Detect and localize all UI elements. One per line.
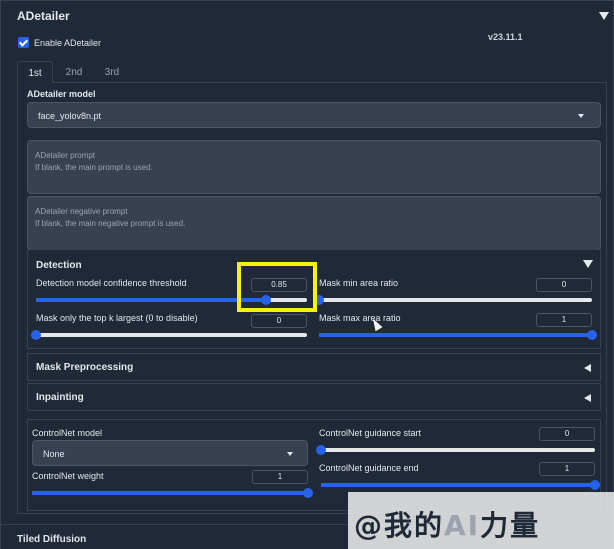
- controlnet-model-label: ControlNet model: [32, 428, 103, 438]
- negative-prompt-label: ADetailer negative prompt: [35, 207, 128, 216]
- model-select[interactable]: face_yolov8n.pt: [27, 102, 601, 128]
- watermark-text: @我的AI力量: [354, 504, 540, 544]
- chevron-down-icon: [578, 114, 584, 118]
- controlnet-weight-slider-thumb[interactable]: [303, 488, 313, 498]
- controlnet-weight-label: ControlNet weight: [32, 471, 104, 481]
- tab-2nd-label: 2nd: [65, 67, 83, 78]
- guidance-end-slider-fill: [321, 483, 595, 487]
- tab-2nd[interactable]: 2nd: [57, 61, 91, 83]
- inpainting-caret-icon[interactable]: [584, 394, 591, 402]
- prompt-placeholder: If blank, the main prompt is used.: [35, 163, 153, 172]
- top-k-number-input[interactable]: 0: [251, 314, 307, 328]
- guidance-end-number-input[interactable]: 1: [539, 462, 595, 476]
- guidance-end-slider[interactable]: [321, 480, 600, 490]
- enable-adetailer-checkbox[interactable]: [18, 37, 29, 48]
- controlnet-weight-number-input[interactable]: 1: [252, 470, 308, 484]
- max-area-slider[interactable]: [319, 330, 597, 340]
- enable-adetailer-label[interactable]: Enable ADetailer: [34, 38, 101, 48]
- mask-preprocessing-caret-icon[interactable]: [584, 364, 591, 372]
- model-label: ADetailer model: [27, 89, 96, 99]
- guidance-start-number-input[interactable]: 0: [539, 427, 595, 441]
- highlight-box: [237, 262, 317, 312]
- inpainting-section[interactable]: Inpainting: [27, 383, 601, 411]
- watermark-ai: AI: [444, 509, 481, 542]
- controlnet-model-value: None: [43, 449, 65, 459]
- confidence-slider-fill: [36, 298, 267, 302]
- guidance-end-slider-thumb[interactable]: [590, 480, 600, 490]
- version-label: v23.11.1: [488, 32, 523, 42]
- max-area-number-input[interactable]: 1: [536, 313, 592, 327]
- adetailer-negative-prompt-textarea[interactable]: ADetailer negative prompt If blank, the …: [27, 196, 601, 250]
- inpainting-title: Inpainting: [36, 392, 84, 403]
- adetailer-accordion-header[interactable]: ADetailer: [1, 1, 613, 31]
- guidance-start-label: ControlNet guidance start: [319, 428, 422, 438]
- detection-caret-icon[interactable]: [583, 260, 593, 268]
- max-area-slider-fill: [319, 333, 592, 337]
- top-k-slider-thumb[interactable]: [31, 330, 41, 340]
- adetailer-prompt-textarea[interactable]: ADetailer prompt If blank, the main prom…: [27, 140, 601, 194]
- collapse-caret-icon[interactable]: [599, 12, 609, 20]
- adetailer-title: ADetailer: [17, 9, 70, 23]
- confidence-label: Detection model confidence threshold: [36, 278, 187, 288]
- tab-1st[interactable]: 1st: [17, 61, 53, 83]
- prompt-label: ADetailer prompt: [35, 151, 96, 160]
- controlnet-weight-slider-fill: [32, 491, 308, 495]
- guidance-start-slider[interactable]: [316, 445, 595, 455]
- watermark-suffix: 力量: [480, 509, 541, 542]
- mask-preprocessing-section[interactable]: Mask Preprocessing: [27, 353, 601, 381]
- min-area-slider[interactable]: [314, 295, 592, 305]
- max-area-slider-thumb[interactable]: [587, 330, 597, 340]
- chevron-down-icon: [287, 452, 293, 456]
- top-k-slider[interactable]: [31, 330, 307, 340]
- tab-3rd[interactable]: 3rd: [95, 61, 129, 83]
- top-k-label: Mask only the top k largest (0 to disabl…: [36, 313, 198, 323]
- max-area-label: Mask max area ratio: [319, 313, 401, 323]
- controlnet-model-select[interactable]: None: [32, 440, 308, 466]
- negative-prompt-placeholder: If blank, the main negative prompt is us…: [35, 219, 186, 228]
- watermark: @我的AI力量: [348, 492, 614, 549]
- detection-title[interactable]: Detection: [36, 260, 82, 271]
- mask-preprocessing-title: Mask Preprocessing: [36, 362, 134, 373]
- controlnet-weight-slider[interactable]: [32, 488, 313, 498]
- tiled-diffusion-title: Tiled Diffusion: [17, 534, 87, 545]
- tab-3rd-label: 3rd: [104, 67, 120, 78]
- guidance-end-label: ControlNet guidance end: [319, 463, 419, 473]
- watermark-prefix: @我的: [354, 509, 445, 542]
- min-area-label: Mask min area ratio: [319, 278, 399, 288]
- min-area-number-input[interactable]: 0: [536, 278, 592, 292]
- model-select-value: face_yolov8n.pt: [38, 111, 102, 121]
- tab-1st-label: 1st: [28, 68, 42, 79]
- guidance-start-slider-thumb[interactable]: [316, 445, 326, 455]
